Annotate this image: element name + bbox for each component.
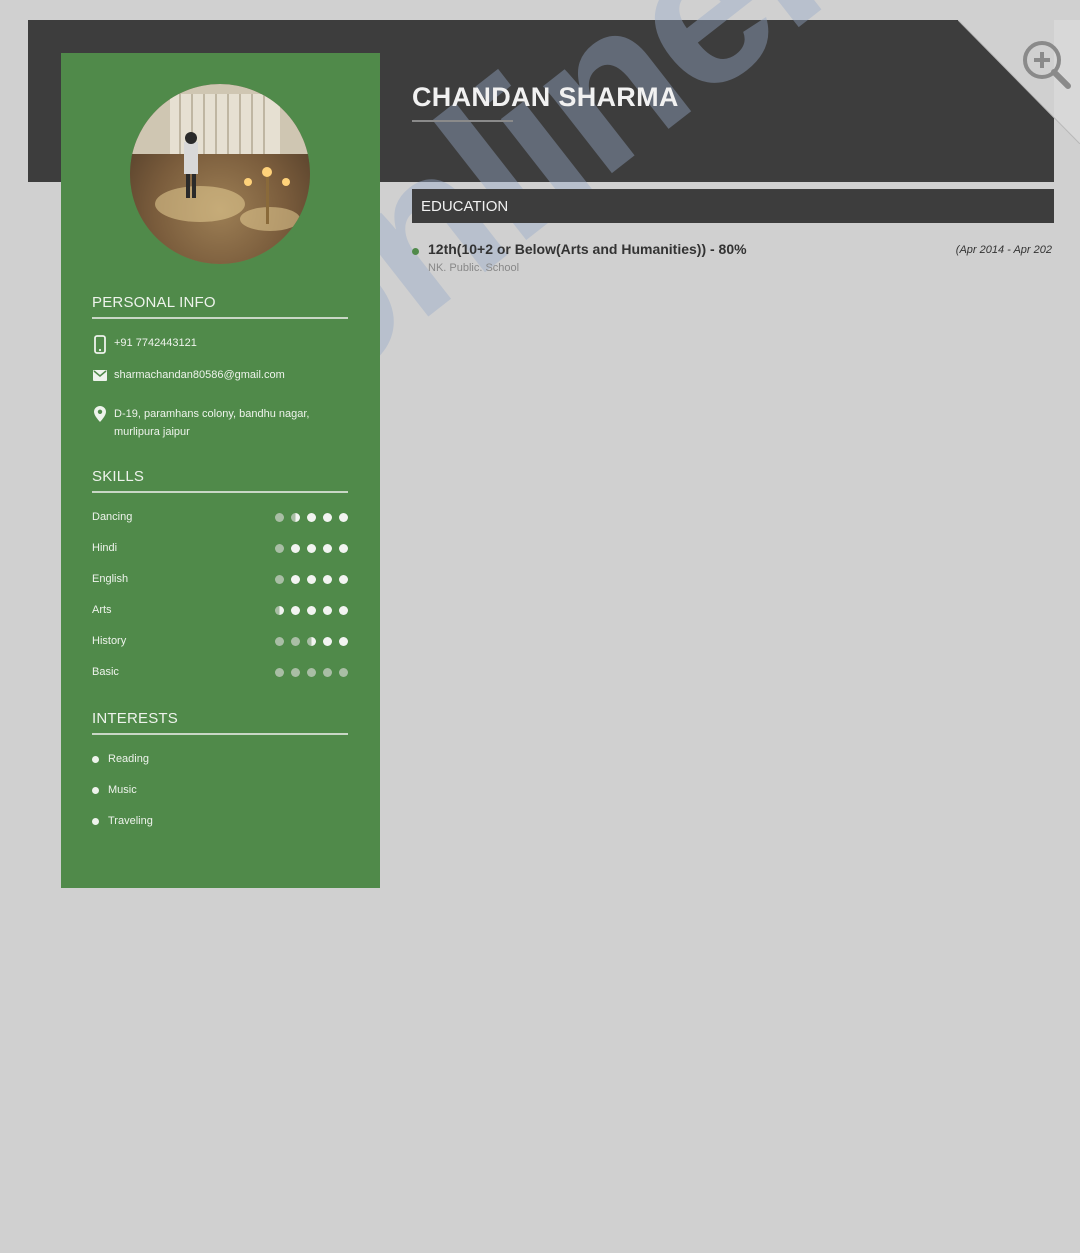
skills-title: SKILLS (92, 468, 348, 493)
skill-row: Dancing (92, 509, 348, 525)
interest-label: Traveling (108, 815, 153, 827)
skill-name: Arts (92, 604, 112, 616)
rating-dot (339, 636, 348, 646)
interest-bullet (92, 817, 99, 825)
rating-dot (291, 667, 300, 677)
location-icon (92, 405, 107, 422)
skill-name: Basic (92, 666, 119, 678)
rating-dot (275, 512, 284, 522)
rating-dot (275, 667, 284, 677)
rating-dot (339, 512, 348, 522)
skill-name: History (92, 635, 127, 647)
interest-item: Music (92, 784, 137, 796)
rating-dot (323, 543, 332, 553)
rating-dot (307, 605, 316, 615)
rating-dot (291, 574, 300, 584)
rating-dot (291, 636, 300, 646)
rating-dot (291, 512, 300, 522)
skill-name: English (92, 573, 129, 585)
rating-dot (339, 543, 348, 553)
rating-dot (275, 636, 284, 646)
skill-row: History (92, 633, 348, 649)
skill-rating (275, 667, 348, 677)
skill-rating (275, 543, 348, 553)
education-dates: (Apr 2014 - Apr 202 (955, 244, 1052, 256)
skill-row: English (92, 571, 348, 587)
rating-dot (323, 667, 332, 677)
name-underline (412, 120, 513, 122)
rating-dot (307, 512, 316, 522)
interest-item: Traveling (92, 815, 153, 827)
personal-info-title: PERSONAL INFO (92, 294, 348, 319)
rating-dot (323, 512, 332, 522)
skill-row: Basic (92, 664, 348, 680)
skill-name: Hindi (92, 542, 118, 554)
education-title: EDUCATION (421, 197, 509, 215)
address-text: D-19, paramhans colony, bandhu nagar, mu… (114, 408, 310, 438)
skill-row: Hindi (92, 540, 348, 556)
skill-rating (275, 636, 348, 646)
rating-dot (339, 667, 348, 677)
rating-dot (307, 574, 316, 584)
skill-rating (275, 574, 348, 584)
rating-dot (307, 636, 316, 646)
rating-dot (323, 605, 332, 615)
skill-name: Dancing (92, 511, 133, 523)
phone-row: +91 7742443121 (92, 334, 332, 354)
phone-icon (92, 334, 107, 354)
candidate-name: CHANDAN SHARMA (412, 82, 679, 112)
rating-dot (323, 574, 332, 584)
skill-rating (275, 512, 348, 522)
rating-dot (275, 543, 284, 553)
rating-dot (275, 574, 284, 584)
phone-text: +91 7742443121 (114, 337, 197, 349)
email-text: sharmachandan80586@gmail.com (114, 369, 285, 381)
rating-dot (291, 543, 300, 553)
education-school: NK. Public. School (428, 262, 520, 274)
email-icon (92, 366, 107, 381)
education-degree: 12th(10+2 or Below(Arts and Humanities))… (428, 241, 747, 257)
rating-dot (323, 636, 332, 646)
interest-label: Music (108, 784, 137, 796)
education-bullet (412, 248, 419, 255)
rating-dot (307, 543, 316, 553)
interest-label: Reading (108, 753, 149, 765)
address-row: D-19, paramhans colony, bandhu nagar, mu… (92, 405, 332, 441)
sidebar: PERSONAL INFO +91 7742443121 sharmachand… (61, 53, 380, 888)
zoom-in-icon[interactable] (1020, 38, 1072, 90)
skill-row: Arts (92, 602, 348, 618)
profile-photo (130, 84, 310, 264)
skill-rating (275, 605, 348, 615)
interest-item: Reading (92, 753, 149, 765)
education-header: EDUCATION (412, 189, 1054, 223)
rating-dot (291, 605, 300, 615)
rating-dot (307, 667, 316, 677)
interest-bullet (92, 786, 99, 794)
resume-page: onlinelearn PERSONAL INFO +91 7742443121… (0, 0, 1080, 1253)
interest-bullet (92, 755, 99, 763)
rating-dot (339, 574, 348, 584)
interests-title: INTERESTS (92, 710, 348, 735)
email-row: sharmachandan80586@gmail.com (92, 366, 332, 384)
rating-dot (339, 605, 348, 615)
rating-dot (275, 605, 284, 615)
